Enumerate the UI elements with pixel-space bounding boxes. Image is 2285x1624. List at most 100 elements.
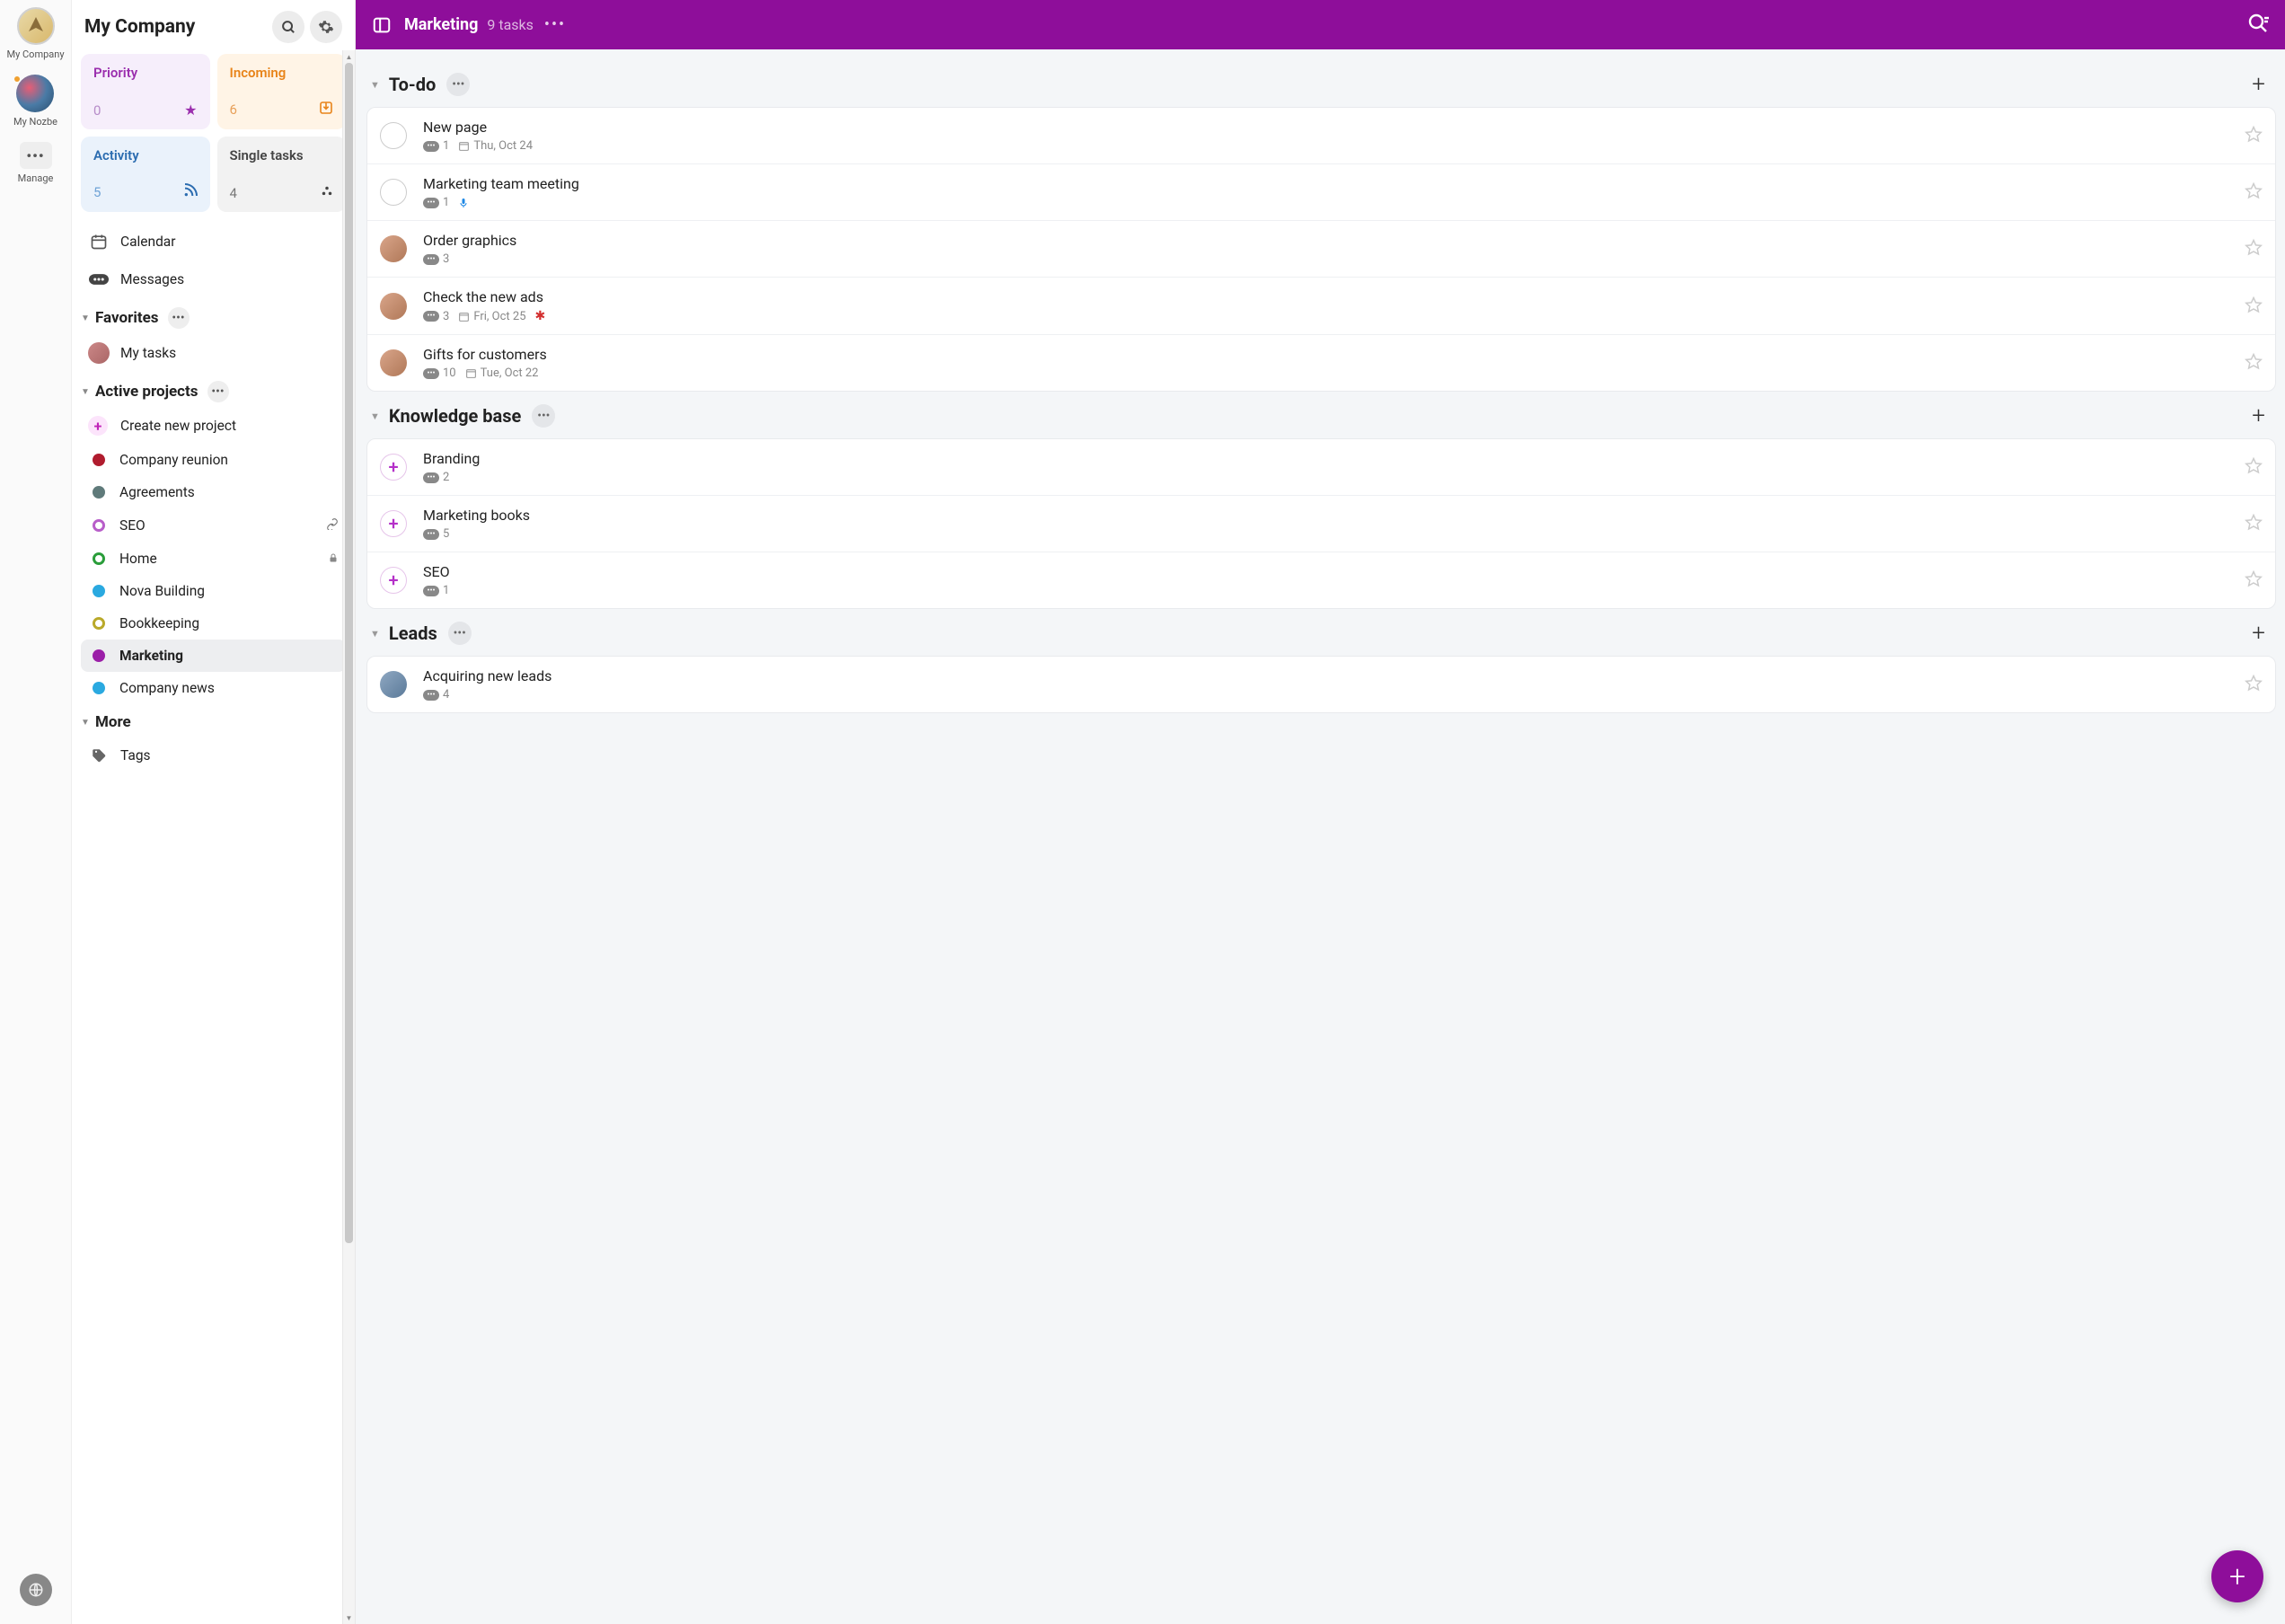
- star-button[interactable]: [2245, 238, 2263, 260]
- task-row[interactable]: Marketing team meeting••• 1: [367, 164, 2275, 221]
- task-row[interactable]: +Branding••• 2: [367, 439, 2275, 496]
- rail-globe-button[interactable]: [20, 1574, 52, 1606]
- assignee-avatar[interactable]: [380, 293, 407, 320]
- topbar-title: Marketing: [404, 15, 478, 34]
- group-more-button[interactable]: •••: [448, 622, 472, 645]
- project-color-dot: [93, 682, 105, 694]
- task-title: Marketing books: [423, 507, 2236, 524]
- assignee-avatar[interactable]: [380, 671, 407, 698]
- group-add-button[interactable]: +: [2245, 71, 2272, 98]
- task-title: Branding: [423, 450, 2236, 467]
- group-header: ▼Leads•••+: [366, 614, 2276, 656]
- task-expand-button[interactable]: +: [380, 454, 407, 481]
- content-scroll[interactable]: ▼ To-do ••• + New page••• 1 Thu, Oct 24 Marke…: [356, 49, 2285, 1624]
- section-active-projects[interactable]: ▼ Active projects •••: [81, 372, 346, 408]
- group-more-button[interactable]: •••: [446, 73, 470, 96]
- nav-messages[interactable]: Messages: [81, 260, 346, 298]
- project-label: Nova Building: [119, 583, 339, 599]
- caret-down-icon[interactable]: ▼: [370, 410, 380, 422]
- medical-icon: ✱: [535, 309, 546, 323]
- star-button[interactable]: [2245, 181, 2263, 203]
- group-more-button[interactable]: •••: [532, 404, 555, 428]
- rail-nozbe-label: My Nozbe: [13, 116, 57, 128]
- caret-down-icon[interactable]: ▼: [370, 79, 380, 91]
- section-more[interactable]: ▼ More: [81, 704, 346, 737]
- task-row[interactable]: Acquiring new leads••• 4: [367, 657, 2275, 712]
- nozbe-logo-icon: [16, 75, 54, 112]
- nav-create-project[interactable]: + Create new project: [81, 408, 346, 444]
- task-checkbox[interactable]: [380, 122, 407, 149]
- nav-my-tasks[interactable]: My tasks: [81, 334, 346, 372]
- task-row[interactable]: Order graphics••• 3: [367, 221, 2275, 278]
- task-row[interactable]: +SEO••• 1: [367, 552, 2275, 608]
- sidebar-scrollbar[interactable]: ▲ ▼: [342, 50, 355, 1624]
- star-button[interactable]: [2245, 569, 2263, 591]
- active-more-button[interactable]: •••: [207, 381, 229, 402]
- card-priority[interactable]: Priority 0 ★: [81, 54, 210, 129]
- add-task-fab[interactable]: +: [2211, 1550, 2263, 1602]
- topbar-search-button[interactable]: [2247, 13, 2269, 38]
- settings-button[interactable]: [310, 11, 342, 43]
- task-row[interactable]: Check the new ads••• 3 Fri, Oct 25✱: [367, 278, 2275, 335]
- assignee-avatar[interactable]: [380, 349, 407, 376]
- rail-manage[interactable]: ••• Manage: [18, 142, 54, 184]
- task-row[interactable]: Gifts for customers••• 10 Tue, Oct 22: [367, 335, 2275, 391]
- star-button[interactable]: [2245, 513, 2263, 534]
- sidebar-project-item[interactable]: Agreements: [81, 476, 346, 508]
- card-incoming[interactable]: Incoming 6: [217, 54, 347, 129]
- group-add-button[interactable]: +: [2245, 402, 2272, 429]
- star-icon: ★: [184, 102, 197, 119]
- star-button[interactable]: [2245, 456, 2263, 478]
- caret-down-icon[interactable]: ▼: [370, 628, 380, 640]
- task-row[interactable]: New page••• 1 Thu, Oct 24: [367, 108, 2275, 164]
- rail-nozbe[interactable]: My Nozbe: [13, 75, 57, 128]
- task-meta: ••• 3: [423, 252, 2236, 266]
- task-expand-button[interactable]: +: [380, 567, 407, 594]
- card-activity[interactable]: Activity 5: [81, 137, 210, 212]
- sidebar-scroll[interactable]: Priority 0 ★ Incoming 6 Activity 5: [72, 54, 355, 1624]
- task-expand-button[interactable]: +: [380, 510, 407, 537]
- task-meta: ••• 4: [423, 688, 2236, 702]
- star-button[interactable]: [2245, 352, 2263, 374]
- workspace-rail: My Company My Nozbe ••• Manage: [0, 0, 72, 1624]
- card-single-tasks[interactable]: Single tasks 4: [217, 137, 347, 212]
- search-button[interactable]: [272, 11, 304, 43]
- scroll-down-icon[interactable]: ▼: [343, 1611, 355, 1624]
- task-body: Order graphics••• 3: [423, 232, 2236, 266]
- star-button[interactable]: [2245, 674, 2263, 695]
- sidebar-project-item[interactable]: Bookkeeping: [81, 607, 346, 640]
- due-date: Fri, Oct 25: [458, 310, 525, 323]
- scrollbar-thumb[interactable]: [345, 63, 353, 1243]
- task-body: New page••• 1 Thu, Oct 24: [423, 119, 2236, 153]
- assignee-avatar[interactable]: [380, 235, 407, 262]
- tasks-list: Acquiring new leads••• 4: [366, 656, 2276, 713]
- project-color-dot: [93, 585, 105, 597]
- sidebar-project-item[interactable]: Home: [81, 542, 346, 575]
- comment-count: ••• 3: [423, 310, 449, 323]
- topbar-more-button[interactable]: •••: [544, 15, 566, 34]
- scroll-up-icon[interactable]: ▲: [343, 50, 355, 63]
- sidebar-project-item[interactable]: SEO: [81, 508, 346, 542]
- nav-tags[interactable]: Tags: [81, 737, 346, 774]
- sidebar-project-item[interactable]: Marketing: [81, 640, 346, 672]
- star-button[interactable]: [2245, 296, 2263, 317]
- task-checkbox[interactable]: [380, 179, 407, 206]
- section-favorites[interactable]: ▼ Favorites •••: [81, 298, 346, 334]
- collapse-sidebar-button[interactable]: [372, 15, 392, 35]
- nav-calendar[interactable]: Calendar: [81, 223, 346, 260]
- card-grid: Priority 0 ★ Incoming 6 Activity 5: [81, 54, 346, 212]
- sidebar-project-item[interactable]: Company news: [81, 672, 346, 704]
- group-title: To-do: [389, 74, 436, 95]
- rail-company[interactable]: My Company: [6, 7, 64, 60]
- mic-icon: [458, 197, 469, 209]
- task-row[interactable]: +Marketing books••• 5: [367, 496, 2275, 552]
- favorites-more-button[interactable]: •••: [168, 307, 190, 329]
- task-group: ▼ To-do ••• + New page••• 1 Thu, Oct 24 Marke…: [366, 66, 2276, 392]
- task-title: New page: [423, 119, 2236, 136]
- group-add-button[interactable]: +: [2245, 620, 2272, 647]
- sidebar-project-item[interactable]: Nova Building: [81, 575, 346, 607]
- task-body: Gifts for customers••• 10 Tue, Oct 22: [423, 346, 2236, 380]
- comment-count: ••• 3: [423, 252, 449, 266]
- star-button[interactable]: [2245, 125, 2263, 146]
- sidebar-project-item[interactable]: Company reunion: [81, 444, 346, 476]
